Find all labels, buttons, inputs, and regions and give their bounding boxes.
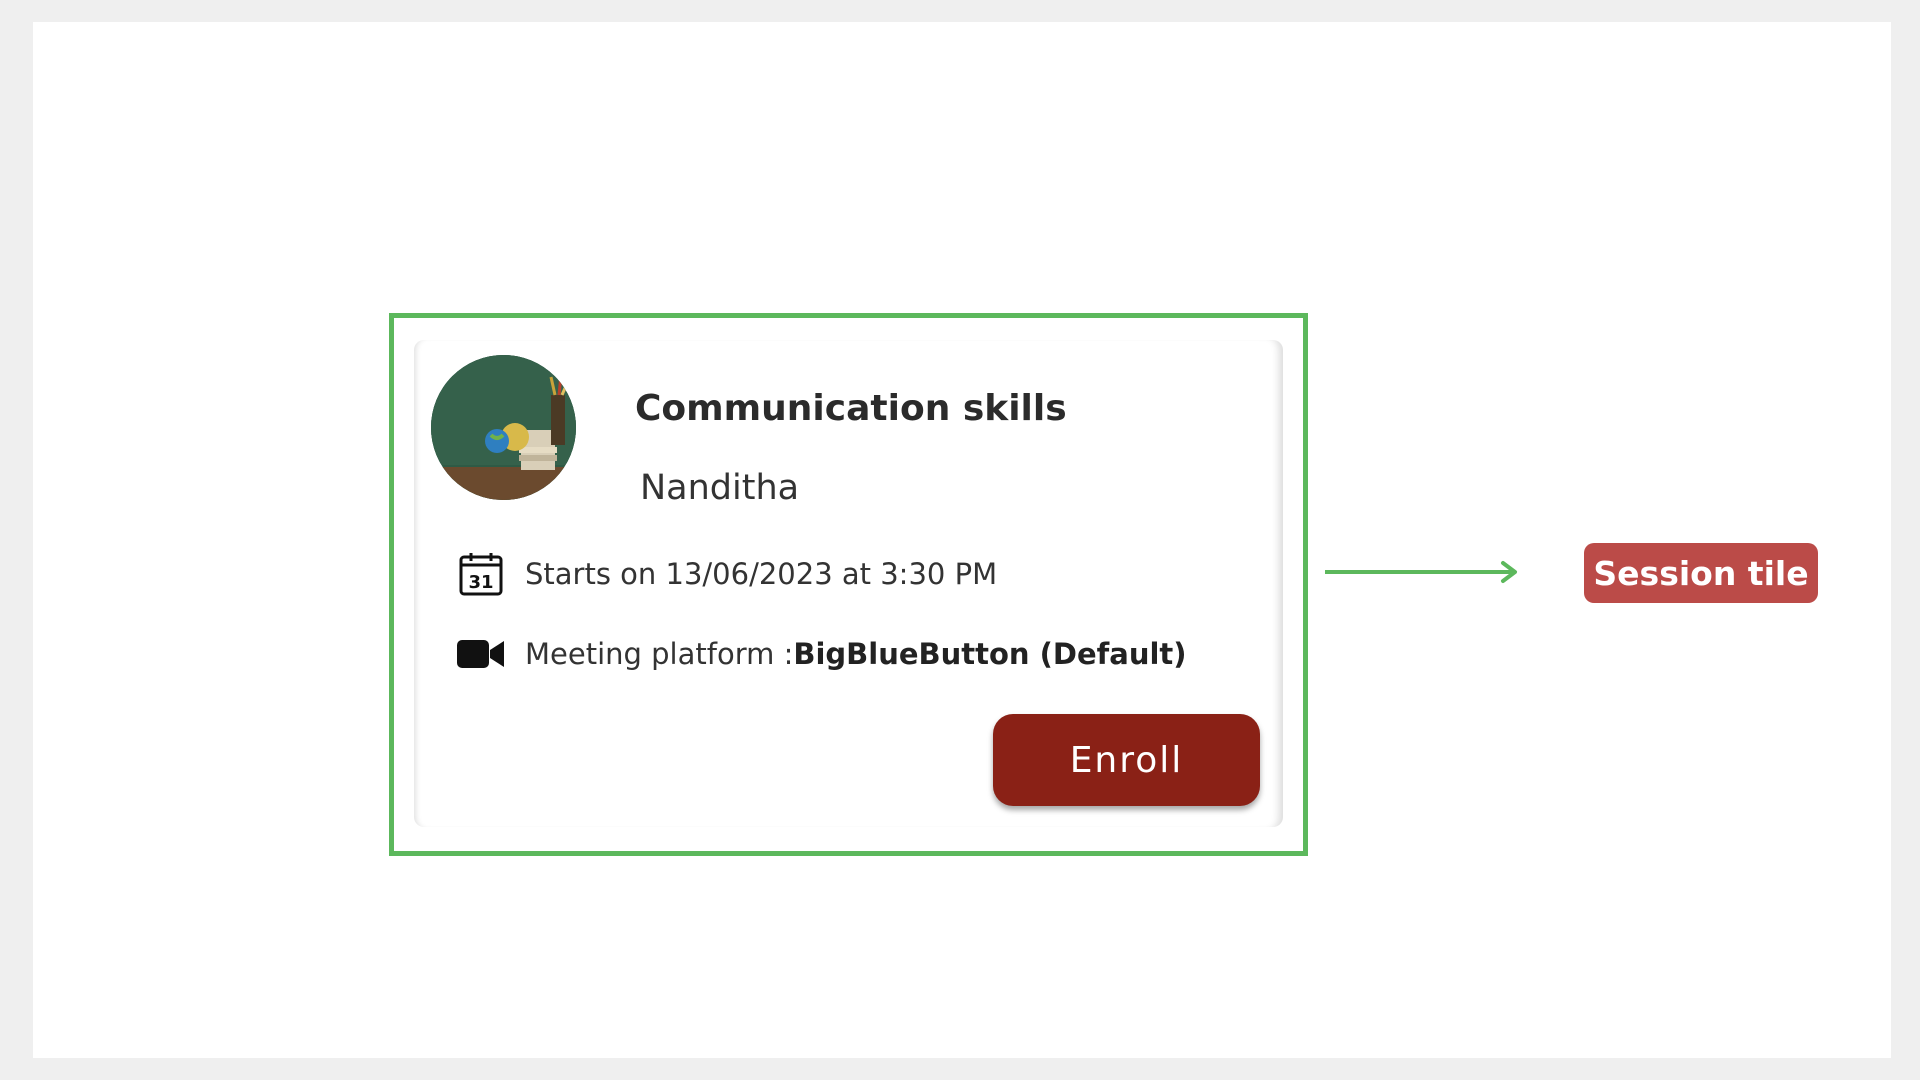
enroll-button[interactable]: Enroll <box>993 714 1260 806</box>
session-host: Nanditha <box>640 468 800 508</box>
session-thumbnail <box>431 355 576 500</box>
session-date: Starts on 13/06/2023 at 3:30 PM <box>525 557 998 591</box>
session-tile-callout: Session tile <box>1584 543 1818 603</box>
arrow-icon <box>1325 561 1517 583</box>
session-title: Communication skills <box>635 388 1067 429</box>
calendar-day: 31 <box>468 572 493 593</box>
session-tile[interactable]: Communication skills Nanditha 31 Starts … <box>414 340 1283 827</box>
session-platform-row: Meeting platform : BigBlueButton (Defaul… <box>457 630 1187 678</box>
video-camera-icon <box>457 630 505 678</box>
session-date-row: 31 Starts on 13/06/2023 at 3:30 PM <box>457 550 997 598</box>
platform-value: BigBlueButton (Default) <box>793 637 1187 671</box>
calendar-icon: 31 <box>457 550 505 598</box>
platform-label: Meeting platform : <box>525 637 794 671</box>
